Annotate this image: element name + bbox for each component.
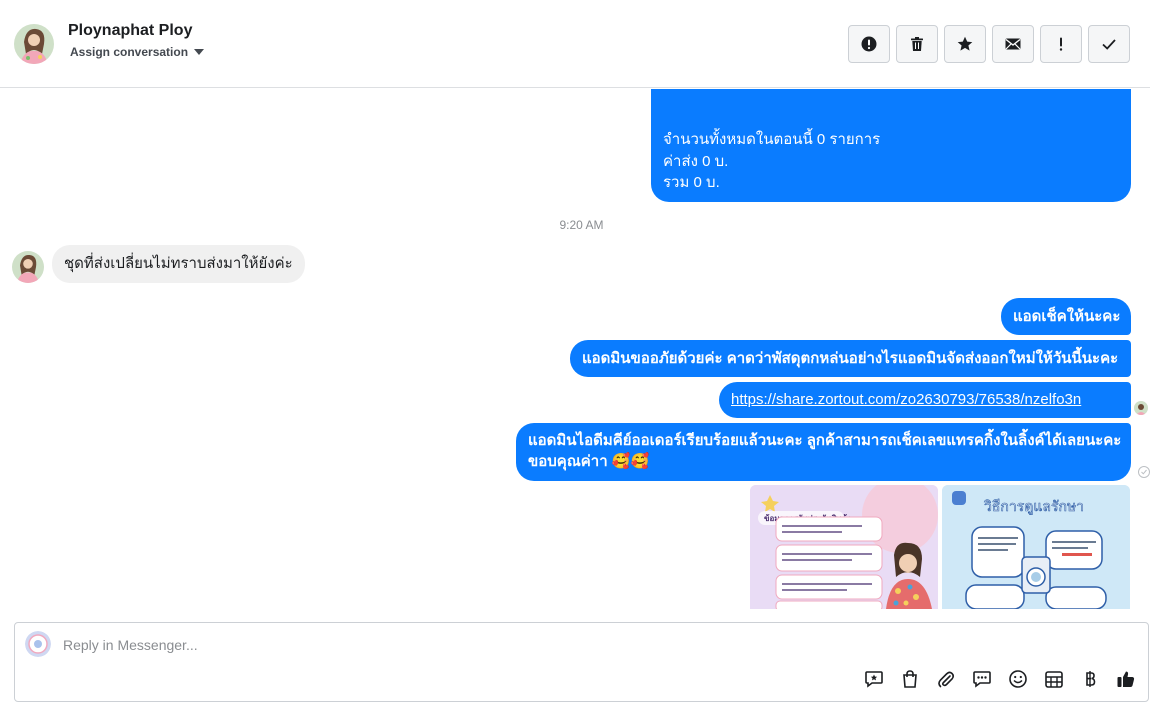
exclamation-icon	[1059, 37, 1063, 51]
follow-up-button[interactable]	[1040, 25, 1082, 63]
outgoing-message: แอดมินไอดีมคีย์ออเดอร์เรียบร้อยแล้วนะคะ …	[516, 423, 1131, 481]
mark-spam-button[interactable]	[848, 25, 890, 63]
star-button[interactable]	[944, 25, 986, 63]
alert-circle-icon	[861, 36, 877, 52]
assign-conversation-dropdown[interactable]: Assign conversation	[70, 45, 205, 59]
message-timestamp: 9:20 AM	[559, 218, 604, 232]
outgoing-message: แอดเช็คให้นะคะ	[1001, 298, 1131, 335]
contact-avatar-small	[12, 251, 44, 283]
message-line: แอดมินไอดีมคีย์ออเดอร์เรียบร้อยแล้วนะคะ …	[528, 432, 1122, 449]
tracking-link[interactable]: https://share.zortout.com/zo2630793/7653…	[731, 391, 1081, 408]
contact-name[interactable]: Ploynaphat Ploy	[68, 22, 192, 40]
attachment-image-warranty[interactable]: ข้อมูลการรับประกันสินค้า	[750, 485, 938, 609]
outgoing-message: แอดมินขออภัยด้วยค่ะ คาดว่าพัสดุตกหล่นอย่…	[570, 340, 1131, 377]
reply-input[interactable]	[61, 632, 865, 658]
shopping-bag-icon	[903, 670, 917, 688]
paperclip-icon	[938, 671, 955, 688]
mark-done-button[interactable]	[1088, 25, 1130, 63]
chat-star-icon	[865, 671, 883, 688]
thumbs-up-icon	[1117, 671, 1135, 687]
delivered-check-icon	[1138, 466, 1150, 478]
mark-unread-button[interactable]	[992, 25, 1034, 63]
reply-composer	[14, 622, 1149, 702]
envelope-icon	[1005, 38, 1021, 50]
message-thread[interactable]: จำนวนทั้งหมดในตอนนี้ 0 รายการ ค่าส่ง 0 บ…	[0, 89, 1150, 609]
contact-avatar[interactable]	[14, 24, 54, 64]
conversation-header: Ploynaphat Ploy Assign conversation	[0, 0, 1150, 88]
order-summary-bubble: จำนวนทั้งหมดในตอนนี้ 0 รายการ ค่าส่ง 0 บ…	[651, 89, 1131, 202]
baht-icon	[1086, 671, 1096, 687]
incoming-message: ชุดที่ส่งเปลี่ยนไม่ทราบส่งมาให้ยังค่ะ	[52, 245, 305, 283]
summary-line-shipping: ค่าส่ง 0 บ.	[663, 152, 729, 170]
smiley-icon	[1009, 670, 1027, 688]
message-line: ขอบคุณค่าา 🥰🥰	[528, 453, 650, 470]
table-icon	[1045, 671, 1063, 688]
outgoing-link-message: https://share.zortout.com/zo2630793/7653…	[719, 382, 1131, 418]
star-icon	[957, 36, 973, 51]
caret-down-icon	[194, 49, 205, 55]
page-avatar	[25, 631, 51, 657]
assign-label: Assign conversation	[70, 45, 189, 59]
summary-line-total: จำนวนทั้งหมดในตอนนี้ 0 รายการ	[663, 131, 881, 148]
seen-avatar	[1134, 401, 1148, 415]
summary-line-sum: รวม 0 บ.	[663, 174, 720, 191]
chat-dots-icon	[973, 671, 991, 688]
attachment-image-care[interactable]: วิธีการดูแลรักษา	[942, 485, 1130, 609]
trash-icon	[911, 37, 923, 51]
image-title: วิธีการดูแลรักษา	[984, 499, 1084, 515]
check-icon	[1102, 39, 1116, 50]
delete-button[interactable]	[896, 25, 938, 63]
